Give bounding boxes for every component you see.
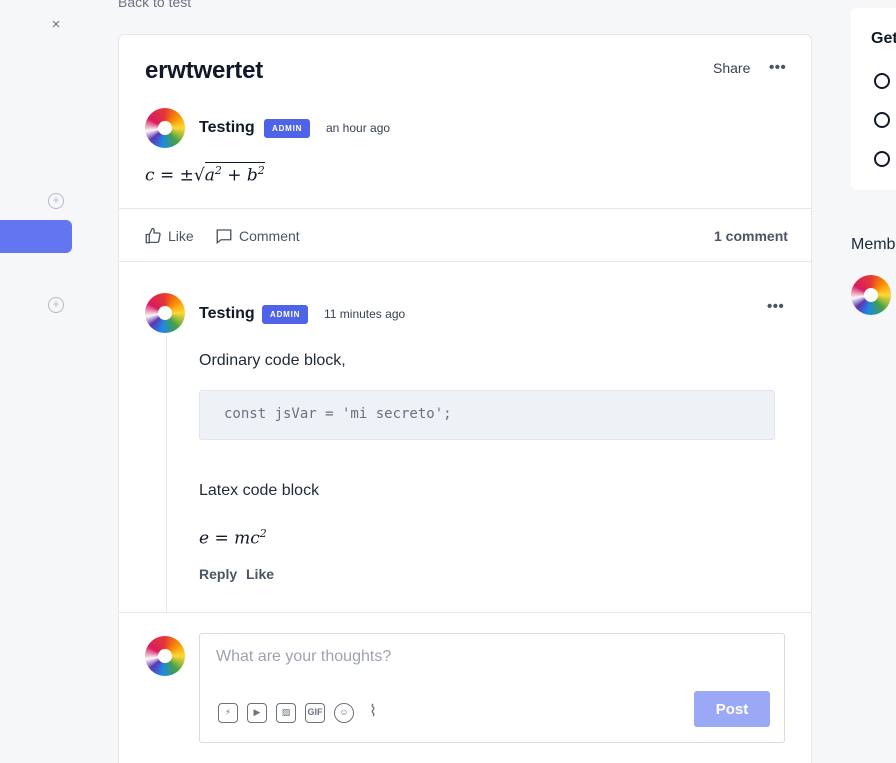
post-formula: c = ±√a2 + b2	[145, 162, 265, 186]
members-title: Memb	[851, 236, 896, 253]
divider	[119, 208, 811, 209]
composer-avatar	[145, 636, 185, 676]
member-avatar[interactable]	[851, 275, 891, 315]
emoji-icon[interactable]: ☺	[334, 703, 354, 723]
admin-badge: ADMIN	[264, 119, 311, 138]
close-icon[interactable]: ×	[49, 16, 63, 34]
comment-formula: e = mc2	[199, 527, 267, 549]
thread-line	[166, 335, 167, 613]
comment-avatar[interactable]	[145, 293, 185, 333]
divider	[119, 261, 811, 262]
back-link[interactable]: Back to test	[118, 0, 191, 10]
post-button[interactable]: Post	[694, 691, 770, 727]
lightning-icon[interactable]: ⚡	[218, 703, 238, 723]
video-icon[interactable]: ▶	[247, 703, 267, 723]
card-title: Get	[871, 30, 896, 47]
post-title: erwtwertet	[145, 57, 264, 84]
post-timestamp: an hour ago	[326, 121, 391, 135]
comment-icon	[216, 229, 232, 245]
comment-intro: Ordinary code block,	[199, 352, 346, 369]
comment-input[interactable]	[216, 648, 716, 666]
author-name[interactable]: Testing	[199, 119, 255, 137]
checklist-radio[interactable]	[874, 151, 890, 167]
add-circle-icon[interactable]: +	[48, 297, 64, 313]
thumbs-up-icon	[145, 227, 161, 244]
comment-composer: ⚡ ▶ ▨ GIF ☺ ⌇ Post	[199, 633, 785, 743]
reply-button[interactable]: Reply	[199, 566, 237, 582]
latex-label: Latex code block	[199, 482, 320, 499]
active-nav-item[interactable]	[0, 220, 72, 253]
admin-badge: ADMIN	[262, 305, 309, 324]
add-circle-icon[interactable]: +	[48, 193, 64, 209]
comment-more-icon[interactable]: •••	[767, 298, 784, 315]
comment-like-button[interactable]: Like	[246, 566, 274, 582]
comment-label: Comment	[239, 228, 300, 244]
post-card: erwtwertet Share ••• Testing ADMIN an ho…	[118, 34, 812, 763]
getting-started-card: Get	[851, 8, 896, 190]
left-rail: × + +	[0, 0, 118, 763]
comment-timestamp: 11 minutes ago	[324, 307, 406, 321]
attachment-icon[interactable]: ⌇	[363, 703, 383, 723]
like-label: Like	[168, 228, 194, 244]
code-block: const jsVar = 'mi secreto';	[199, 390, 775, 440]
comment-count[interactable]: 1 comment	[714, 228, 788, 244]
like-button[interactable]: Like	[144, 227, 194, 245]
comment-button[interactable]: Comment	[215, 227, 300, 245]
comment-author[interactable]: Testing	[199, 305, 255, 323]
checklist-radio[interactable]	[874, 112, 890, 128]
divider	[119, 612, 811, 613]
more-options-icon[interactable]: •••	[769, 59, 786, 76]
share-button[interactable]: Share	[713, 60, 750, 76]
gif-icon[interactable]: GIF	[305, 703, 325, 723]
image-icon[interactable]: ▨	[276, 703, 296, 723]
avatar[interactable]	[145, 108, 185, 148]
checklist-radio[interactable]	[874, 73, 890, 89]
